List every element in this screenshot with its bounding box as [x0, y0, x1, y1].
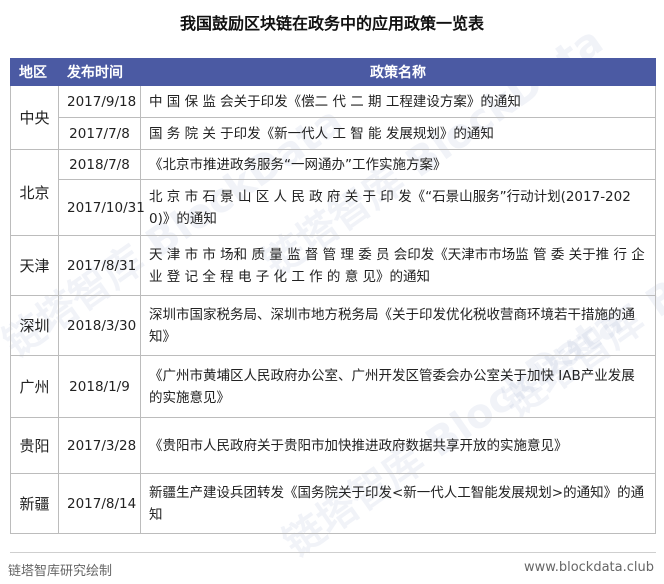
policy-name-cell: 《北京市推进政务服务“一网通办”工作实施方案》 [140, 149, 656, 180]
region-cell: 北京 [10, 149, 59, 236]
table-row: 新疆 2017/8/14 新疆生产建设兵团转发《国务院关于印发<新一代人工智能发… [10, 473, 656, 534]
table-row: 深圳 2018/3/30 深圳市国家税务局、深圳市地方税务局《关于印发优化税收营… [10, 295, 656, 356]
header-date: 发布时间 [58, 58, 141, 86]
policy-table: 地区 发布时间 政策名称 中央 2017/9/18 中 国 保 监 会关于印发《… [10, 58, 656, 534]
table-row: 2017/10/31 北 京 市 石 景 山 区 人 民 政 府 关 于 印 发… [11, 179, 656, 236]
policy-name-cell: 新疆生产建设兵团转发《国务院关于印发<新一代人工智能发展规划>的通知》的通知 [140, 473, 656, 534]
date-cell: 2017/10/31 [58, 179, 145, 236]
table-row: 中央 2017/9/18 中 国 保 监 会关于印发《偿二 代 二 期 工程建设… [10, 85, 656, 150]
header-region: 地区 [10, 58, 59, 86]
source-note: 链塔智库研究绘制 [8, 564, 113, 579]
policy-name-cell: 《贵阳市人民政府关于贵阳市加快推进政府数据共享开放的实施意见》 [140, 417, 656, 474]
header-policy-name: 政策名称 [140, 58, 656, 86]
table-row: 广州 2018/1/9 《广州市黄埔区人民政府办公室、广州开发区管委会办公室关于… [10, 355, 656, 418]
page-title: 我国鼓励区块链在政务中的应用政策一览表 [179, 14, 484, 33]
policy-name-cell: 《广州市黄埔区人民政府办公室、广州开发区管委会办公室关于加快 IAB产业发展的实… [140, 355, 656, 418]
region-cell: 中央 [10, 85, 59, 150]
table-header-row: 地区 发布时间 政策名称 [10, 58, 656, 86]
table-row: 天津 2017/8/31 天 津 市 市 场和 质 量 监 督 管 理 委 员 … [10, 235, 656, 296]
table-row: 北京 2018/7/8 《北京市推进政务服务“一网通办”工作实施方案》 [10, 149, 656, 236]
policy-name-cell: 北 京 市 石 景 山 区 人 民 政 府 关 于 印 发《“石景山服务”行动计… [140, 179, 656, 236]
date-cell: 2017/8/31 [58, 235, 141, 296]
footer-divider [10, 552, 656, 553]
region-cell: 深圳 [10, 295, 59, 356]
region-cell: 贵阳 [10, 417, 59, 474]
table-row: 2017/7/8 国 务 院 关 于印发《新一代人 工 智 能 发展规划》的通知 [11, 117, 656, 150]
region-cell: 广州 [10, 355, 59, 418]
site-url: www.blockdata.club [524, 560, 654, 575]
policy-name-cell: 天 津 市 市 场和 质 量 监 督 管 理 委 员 会印发《天津市市场监 管 … [140, 235, 656, 296]
policy-name-cell: 国 务 院 关 于印发《新一代人 工 智 能 发展规划》的通知 [140, 117, 656, 150]
date-cell: 2018/7/8 [58, 149, 141, 180]
policy-name-cell: 中 国 保 监 会关于印发《偿二 代 二 期 工程建设方案》的通知 [140, 85, 656, 118]
region-cell: 天津 [10, 235, 59, 296]
table-row: 贵阳 2017/3/28 《贵阳市人民政府关于贵阳市加快推进政府数据共享开放的实… [10, 417, 656, 474]
region-cell: 新疆 [10, 473, 59, 534]
date-cell: 2017/9/18 [58, 85, 141, 118]
date-cell: 2018/1/9 [58, 355, 141, 418]
policy-name-cell: 深圳市国家税务局、深圳市地方税务局《关于印发优化税收营商环境若干措施的通知》 [140, 295, 656, 356]
date-cell: 2017/7/8 [58, 117, 141, 150]
date-cell: 2018/3/30 [58, 295, 141, 356]
date-cell: 2017/8/14 [58, 473, 141, 534]
date-cell: 2017/3/28 [58, 417, 141, 474]
